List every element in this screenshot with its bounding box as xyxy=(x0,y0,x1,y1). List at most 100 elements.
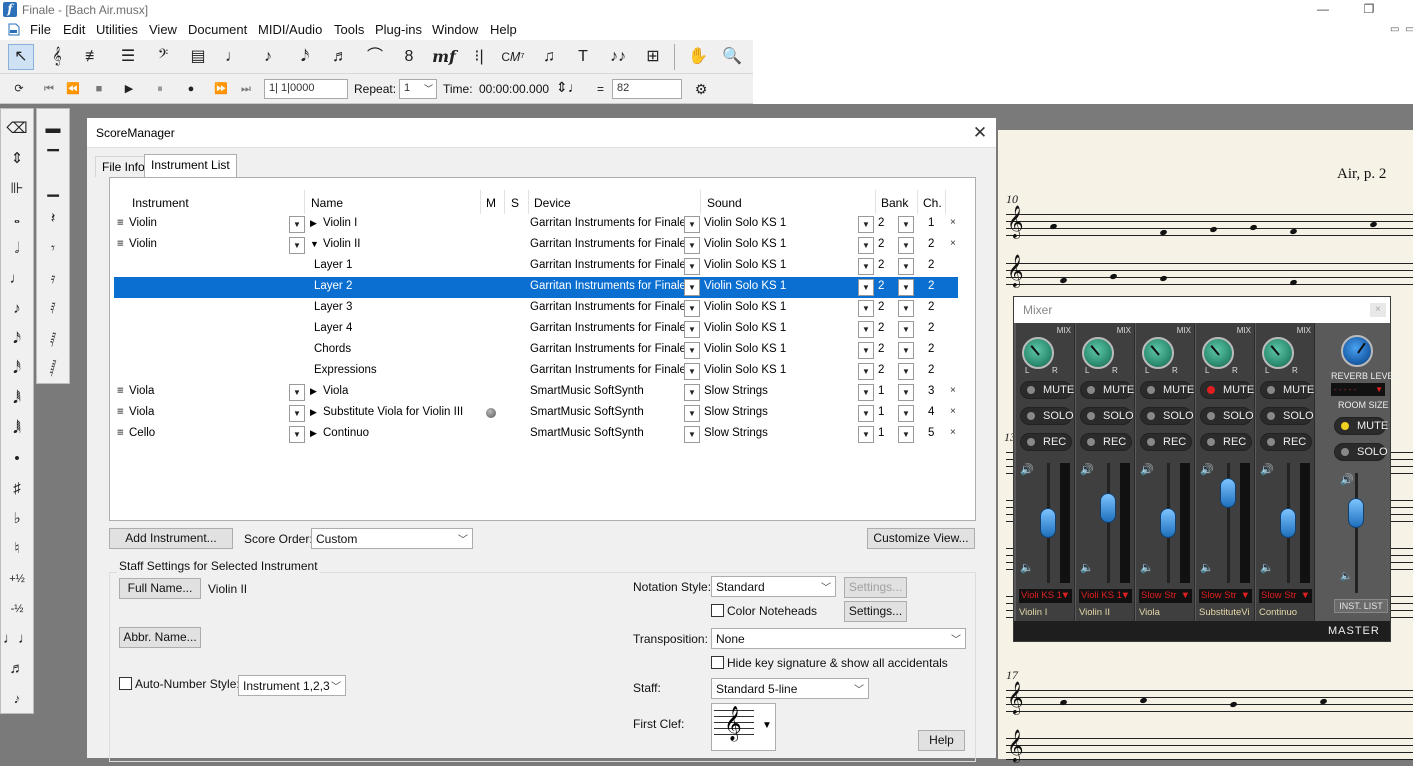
table-row[interactable]: ≡ Violin ▼ ▶ Violin I Garritan Instruments fo… xyxy=(114,214,958,235)
device-dropdown[interactable]: ▼ xyxy=(684,279,700,296)
half-rest-icon[interactable]: ▁ xyxy=(39,175,67,203)
thirty-second-rest-icon[interactable]: 𝅀 xyxy=(39,295,67,323)
eighth-rest-icon[interactable]: 𝄾 xyxy=(39,235,67,263)
volume-fader[interactable] xyxy=(1280,508,1296,538)
pan-knob[interactable] xyxy=(1142,337,1174,369)
sixteenth-note-icon[interactable]: 𝅘𝅥𝅯 xyxy=(3,325,31,353)
notation-style-select[interactable]: Standard ﹀ xyxy=(711,576,836,597)
first-clef-selector[interactable]: 𝄞 ▼ xyxy=(711,703,776,751)
color-noteheads-checkbox[interactable] xyxy=(711,604,724,617)
device-dropdown[interactable]: ▼ xyxy=(684,363,700,380)
bank-dropdown[interactable]: ▼ xyxy=(898,279,914,296)
sixty-fourth-rest-icon[interactable]: 𝅁 xyxy=(39,325,67,353)
drag-handle-icon[interactable]: ≡ xyxy=(117,406,124,418)
transposition-select[interactable]: None ﹀ xyxy=(711,628,966,649)
repeat-icon[interactable]: 8 xyxy=(396,44,422,70)
mute-button[interactable]: MUTE xyxy=(1140,381,1194,399)
column-header-solo[interactable]: S xyxy=(511,196,519,210)
sound-dropdown[interactable]: ▼ xyxy=(858,321,874,338)
restore-button[interactable]: ❐ xyxy=(1346,0,1392,20)
playback-settings-gear-icon[interactable]: ⚙ xyxy=(690,78,712,100)
inst-list-button[interactable]: INST. LIST xyxy=(1334,599,1388,613)
solo-button[interactable]: SOLO xyxy=(1140,407,1194,425)
thirty-second-note-icon[interactable]: 𝅘𝅥𝅰 xyxy=(3,355,31,383)
solo-indicator-icon[interactable] xyxy=(486,408,496,418)
column-header-bank[interactable]: Bank xyxy=(881,196,908,210)
record-button[interactable]: REC xyxy=(1080,433,1132,451)
menu-window[interactable]: Window xyxy=(432,22,478,37)
double-whole-rest-icon[interactable]: ▬ xyxy=(39,115,67,143)
pan-knob[interactable] xyxy=(1262,337,1294,369)
full-name-button[interactable]: Full Name... xyxy=(119,578,201,599)
table-row[interactable]: Layer 4 Garritan Instruments for Finale ▼ V… xyxy=(114,319,958,340)
sound-select[interactable]: Violi KS 1 ▼ xyxy=(1019,589,1072,603)
tempo-field[interactable]: 82 xyxy=(612,79,682,99)
staff-tool-icon[interactable]: 𝄞 xyxy=(44,44,70,70)
solo-button[interactable]: SOLO xyxy=(1020,407,1074,425)
mute-button[interactable]: MUTE xyxy=(1020,381,1074,399)
expand-toggle-icon[interactable]: ▶ xyxy=(310,407,317,418)
graphics-icon[interactable]: ♪♪ xyxy=(605,44,631,70)
bank-dropdown[interactable]: ▼ xyxy=(898,300,914,317)
column-header-channel[interactable]: Ch. xyxy=(923,196,942,210)
instrument-dropdown[interactable]: ▼ xyxy=(289,405,305,422)
menu-midi-audio[interactable]: MIDI/Audio xyxy=(258,22,322,37)
remove-instrument-icon[interactable]: × xyxy=(950,238,956,249)
remove-instrument-icon[interactable]: × xyxy=(950,427,956,438)
bank-dropdown[interactable]: ▼ xyxy=(898,237,914,254)
sound-dropdown[interactable]: ▼ xyxy=(858,363,874,380)
sound-dropdown[interactable]: ▼ xyxy=(858,237,874,254)
menu-document[interactable]: Document xyxy=(188,22,247,37)
quarter-note-icon[interactable]: ♩ xyxy=(3,265,31,293)
instrument-dropdown[interactable]: ▼ xyxy=(289,237,305,254)
record-icon[interactable]: ● xyxy=(180,78,202,100)
repeat-select[interactable]: 1 ﹀ xyxy=(399,79,437,99)
expand-toggle-icon[interactable]: ▶ xyxy=(310,386,317,397)
natural-icon[interactable]: ♮ xyxy=(3,535,31,563)
dot-icon[interactable]: • xyxy=(3,445,31,473)
stop-icon[interactable]: ■ xyxy=(88,78,110,100)
quarter-rest-icon[interactable]: 𝄽 xyxy=(39,205,67,233)
master-solo-button[interactable]: SOLO xyxy=(1334,443,1388,461)
sound-select[interactable]: Slow Str ▼ xyxy=(1199,589,1252,603)
bank-dropdown[interactable]: ▼ xyxy=(898,384,914,401)
measure-position-field[interactable]: 1| 1|0000 xyxy=(264,79,348,99)
expression-icon[interactable]: mf xyxy=(431,44,457,70)
bank-dropdown[interactable]: ▼ xyxy=(898,216,914,233)
articulation-icon[interactable]: ♪ xyxy=(255,44,281,70)
device-dropdown[interactable]: ▼ xyxy=(684,405,700,422)
instrument-dropdown[interactable]: ▼ xyxy=(289,216,305,233)
remove-instrument-icon[interactable]: × xyxy=(950,385,956,396)
flat-icon[interactable]: ♭ xyxy=(3,505,31,533)
half-step-down-icon[interactable]: -½ xyxy=(3,595,31,623)
one-twenty-eighth-rest-icon[interactable]: 𝅂 xyxy=(39,355,67,383)
tie-icon[interactable]: ♩♩ xyxy=(3,625,33,653)
remove-instrument-icon[interactable]: × xyxy=(950,217,956,228)
instrument-dropdown[interactable]: ▼ xyxy=(289,384,305,401)
remove-instrument-icon[interactable]: × xyxy=(950,406,956,417)
bank-dropdown[interactable]: ▼ xyxy=(898,321,914,338)
eraser-icon[interactable]: ⌫ xyxy=(3,115,31,143)
record-button[interactable]: REC xyxy=(1020,433,1072,451)
tuplet-icon[interactable]: 𝅘𝅥𝅯 xyxy=(292,44,318,70)
select-all-icon[interactable]: ⊪ xyxy=(3,175,31,203)
forward-to-end-icon[interactable]: ⏭ xyxy=(235,78,257,100)
minimize-button[interactable]: — xyxy=(1300,0,1346,20)
fast-forward-icon[interactable]: ⏩ xyxy=(210,78,232,100)
sound-dropdown[interactable]: ▼ xyxy=(858,300,874,317)
volume-fader[interactable] xyxy=(1160,508,1176,538)
table-row[interactable]: ≡ Cello ▼ ▶ Continuo SmartMusic SoftSynth ▼ Slo… xyxy=(114,424,958,445)
expand-toggle-icon[interactable]: ▼ xyxy=(310,239,319,249)
room-size-select[interactable]: - - - - - ▼ xyxy=(1331,383,1385,396)
speedy-entry-icon[interactable]: ☰ xyxy=(115,44,141,70)
device-dropdown[interactable]: ▼ xyxy=(684,216,700,233)
master-mute-button[interactable]: MUTE xyxy=(1334,417,1388,435)
page-layout-icon[interactable]: ⊞ xyxy=(640,44,666,70)
tuplet-icon[interactable]: ♬ xyxy=(3,655,31,683)
device-dropdown[interactable]: ▼ xyxy=(684,384,700,401)
sound-select[interactable]: Violi KS 1 ▼ xyxy=(1079,589,1132,603)
smart-shape-icon[interactable]: ♬ xyxy=(327,44,353,70)
column-header-name[interactable]: Name xyxy=(311,196,343,210)
score-order-select[interactable]: Custom ﹀ xyxy=(311,528,473,549)
sound-dropdown[interactable]: ▼ xyxy=(858,216,874,233)
